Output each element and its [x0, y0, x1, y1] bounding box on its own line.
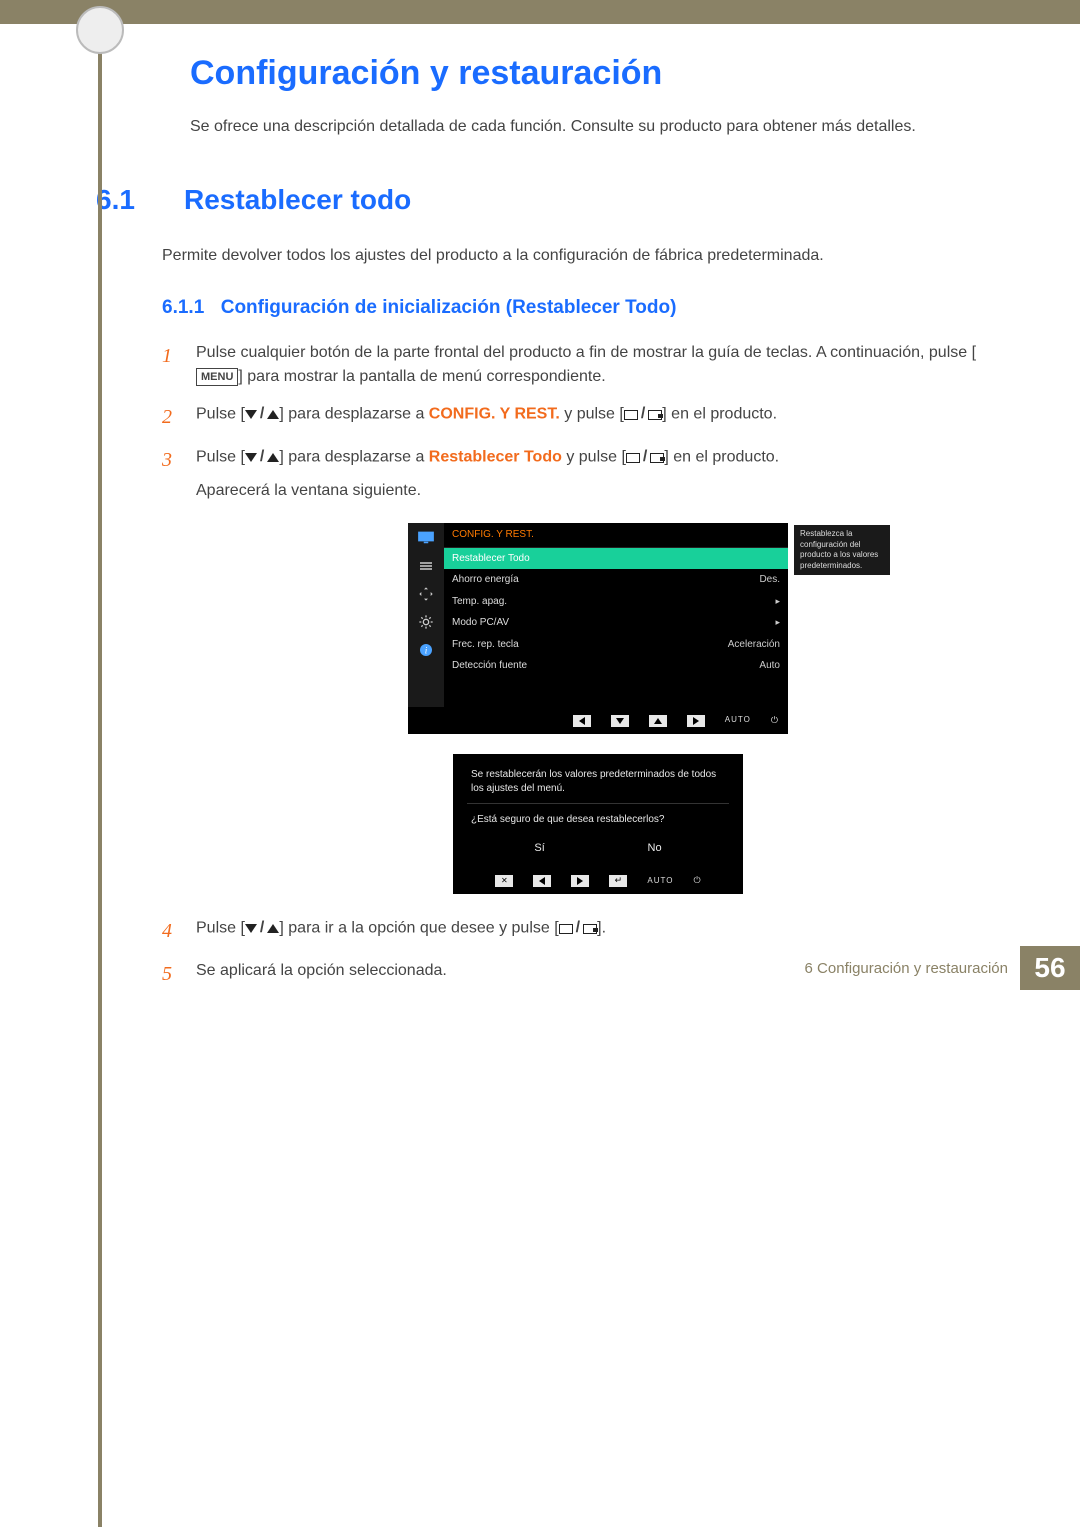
subsection-title: Configuración de inicialización (Restabl… — [221, 297, 677, 318]
step-number: 3 — [162, 445, 180, 904]
rect-enter-icon: / — [626, 445, 664, 470]
down-button-icon — [611, 715, 629, 727]
step-3: 3 Pulse [/] para desplazarse a Restablec… — [162, 445, 1000, 904]
footer-chapter-label: 6 Configuración y restauración — [805, 960, 1008, 977]
section-number: 6.1 — [96, 184, 160, 216]
right-button-icon — [571, 875, 589, 887]
section-title: Restablecer todo — [184, 184, 411, 216]
svg-text:i: i — [425, 647, 428, 657]
divider — [467, 803, 729, 804]
osd-item-selected: Restablecer Todo — [444, 548, 788, 570]
osd-item: Modo PC/AV▸ — [444, 612, 788, 634]
osd-sidebar: i — [408, 523, 444, 707]
osd-item: Ahorro energíaDes. — [444, 569, 788, 591]
down-up-icon: / — [245, 916, 279, 941]
confirm-message: Se restablecerán los valores predetermin… — [453, 768, 743, 795]
osd-main-panel: CONFIG. Y REST. Restablecer Todo Ahorro … — [444, 523, 788, 707]
power-icon — [771, 713, 778, 729]
chapter-badge — [76, 6, 124, 54]
section-description: Permite devolver todos los ajustes del p… — [162, 244, 1000, 269]
list-icon — [415, 557, 437, 575]
osd-button-bar: AUTO — [408, 707, 788, 735]
step-1: 1 Pulse cualquier botón de la parte fron… — [162, 341, 1000, 391]
confirm-dialog-screenshot: Se restablecerán los valores predetermin… — [453, 754, 743, 894]
left-button-icon — [573, 715, 591, 727]
page-title: Configuración y restauración — [190, 54, 1000, 93]
step-2: 2 Pulse [/] para desplazarse a CONFIG. Y… — [162, 402, 1000, 433]
page-number: 56 — [1020, 946, 1080, 990]
header-bar — [0, 0, 1080, 24]
enter-button-icon — [609, 875, 627, 887]
confirm-yes: Sí — [534, 840, 544, 857]
step-4: 4 Pulse [/] para ir a la opción que dese… — [162, 916, 1000, 947]
rect-enter-icon: / — [624, 402, 662, 427]
osd-menu-screenshot: i CONFIG. Y REST. Restablecer Todo Ahorr… — [408, 523, 788, 734]
step-number: 4 — [162, 916, 180, 947]
down-up-icon: / — [245, 402, 279, 427]
gear-icon — [415, 613, 437, 631]
subsection-number: 6.1.1 — [162, 297, 204, 318]
monitor-icon — [415, 529, 437, 547]
osd-item: Detección fuenteAuto — [444, 655, 788, 677]
power-icon — [693, 873, 700, 889]
down-up-icon: / — [245, 445, 279, 470]
close-button-icon — [495, 875, 513, 887]
auto-label: AUTO — [647, 875, 673, 887]
confirm-no: No — [648, 840, 662, 857]
step-number: 2 — [162, 402, 180, 433]
step-number: 1 — [162, 341, 180, 391]
osd-item: Frec. rep. teclaAceleración — [444, 634, 788, 656]
page-footer: 6 Configuración y restauración 56 — [0, 946, 1080, 990]
osd-item: Temp. apag.▸ — [444, 591, 788, 613]
osd-heading: CONFIG. Y REST. — [444, 523, 788, 548]
intro-text: Se ofrece una descripción detallada de c… — [190, 115, 1000, 140]
confirm-button-bar: AUTO — [453, 871, 743, 889]
confirm-question: ¿Está seguro de que desea restablecerlos… — [453, 812, 743, 828]
left-margin-rule — [98, 0, 102, 1527]
rect-enter-icon: / — [559, 916, 597, 941]
left-button-icon — [533, 875, 551, 887]
auto-label: AUTO — [725, 714, 751, 726]
info-icon: i — [415, 641, 437, 659]
osd-tooltip: Restablezca la configuración del product… — [794, 525, 890, 575]
expand-icon — [415, 585, 437, 603]
menu-key-icon: MENU — [196, 368, 238, 386]
right-button-icon — [687, 715, 705, 727]
up-button-icon — [649, 715, 667, 727]
steps-list: 1 Pulse cualquier botón de la parte fron… — [162, 341, 1000, 991]
